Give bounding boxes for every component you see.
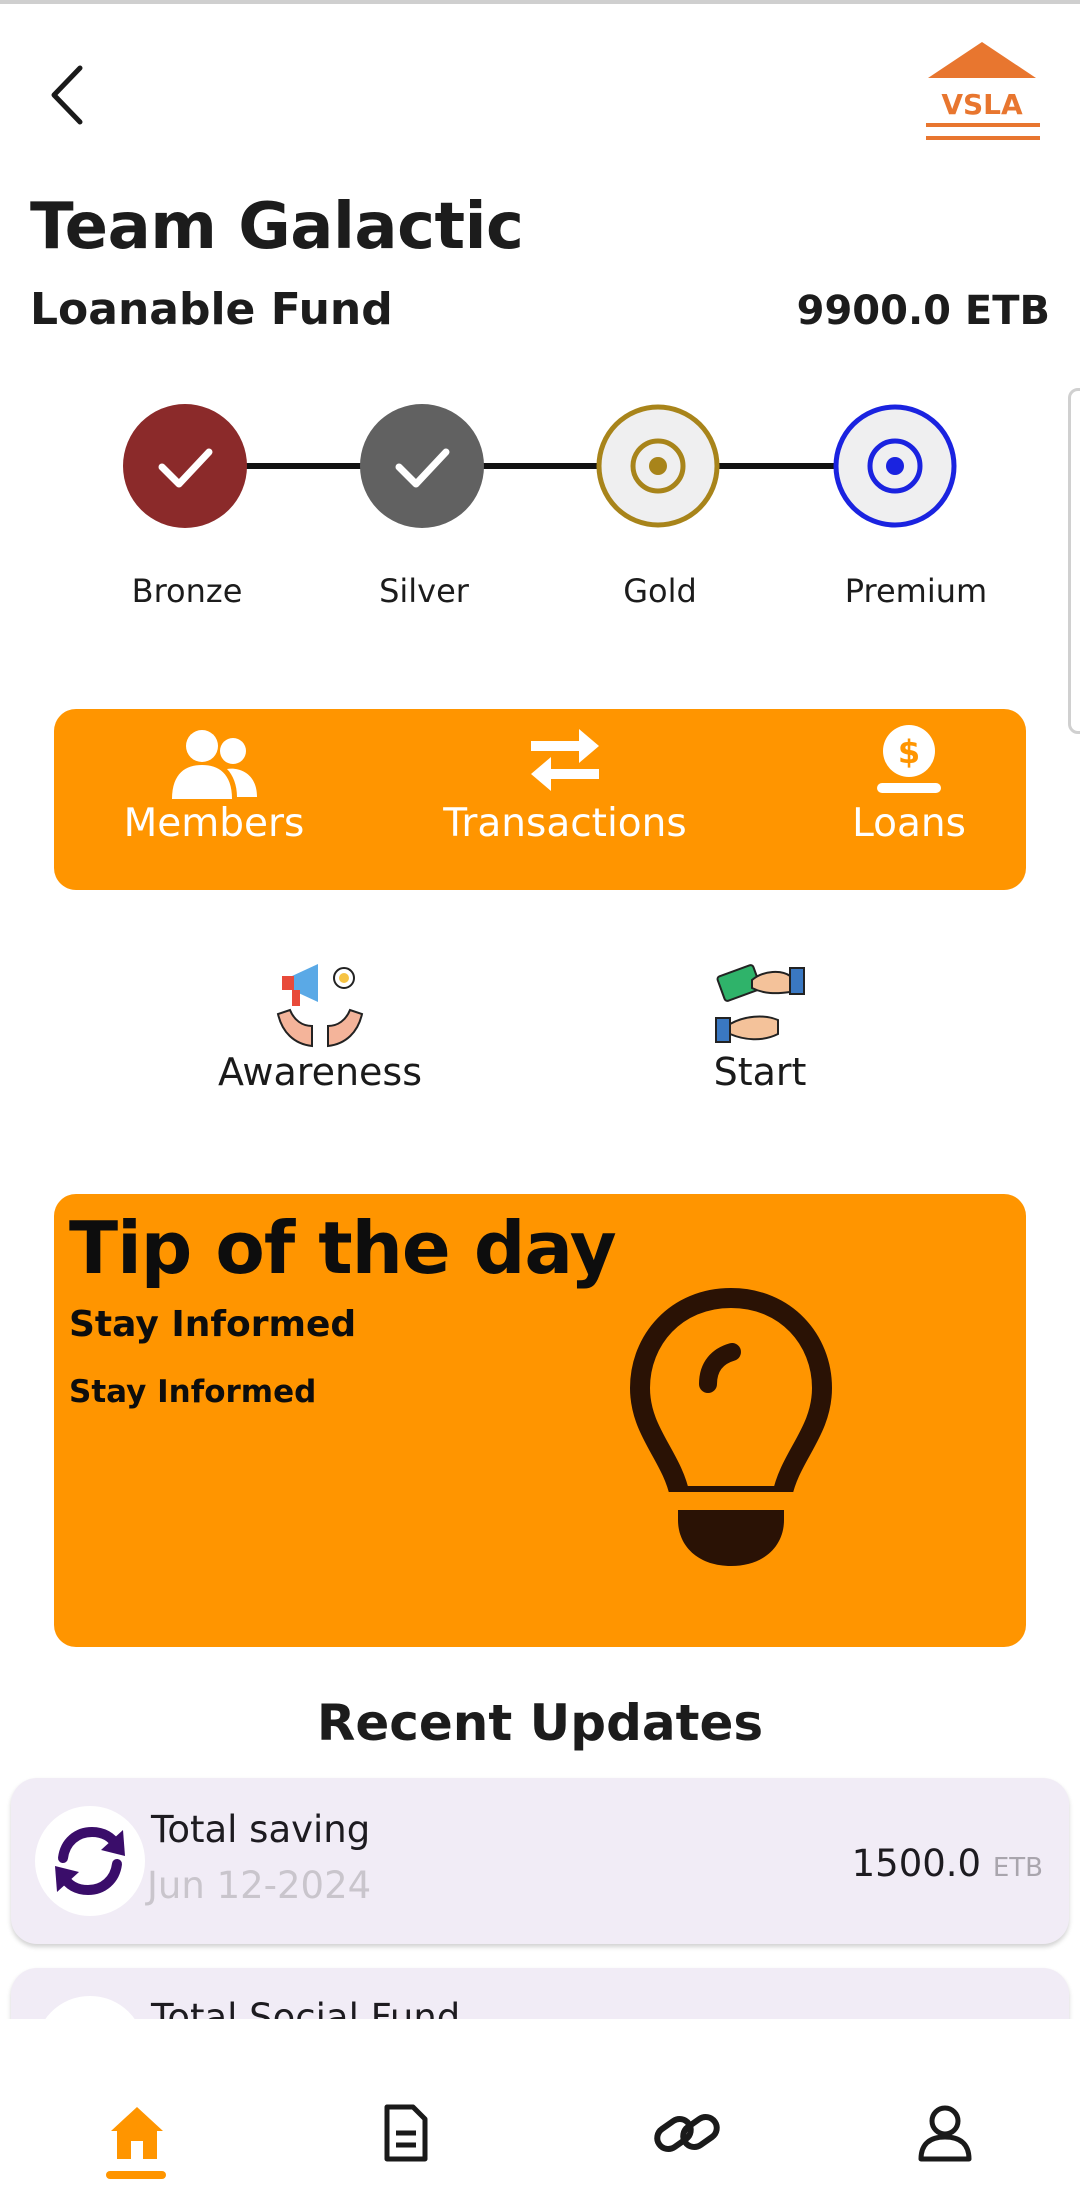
nav-links[interactable] bbox=[607, 2019, 757, 2209]
fund-value: 9900.0 ETB bbox=[796, 288, 1050, 334]
update-name: Total saving bbox=[151, 1808, 371, 1851]
lightbulb-icon bbox=[630, 1288, 832, 1566]
nav-profile[interactable] bbox=[870, 2019, 1020, 2209]
tip-card: Tip of the day Stay Informed Stay Inform… bbox=[54, 1194, 1026, 1647]
svg-text:$: $ bbox=[898, 733, 920, 771]
loans-label: Loans bbox=[852, 801, 966, 846]
members-icon bbox=[172, 730, 257, 799]
team-name: Team Galactic bbox=[30, 190, 524, 264]
silver-step-icon bbox=[360, 404, 484, 528]
start-label: Start bbox=[713, 1050, 807, 1094]
level-label-premium: Premium bbox=[844, 572, 988, 610]
start-button[interactable]: Start bbox=[660, 960, 860, 1094]
scroll-edge bbox=[1068, 388, 1080, 734]
level-label-bronze: Bronze bbox=[131, 572, 243, 610]
chevron-left-icon bbox=[51, 65, 83, 125]
awareness-button[interactable]: Awareness bbox=[190, 960, 450, 1094]
document-icon bbox=[384, 2104, 428, 2162]
nav-active-indicator bbox=[106, 2171, 166, 2179]
home-icon bbox=[111, 2107, 163, 2159]
level-label-silver: Silver bbox=[379, 572, 469, 610]
level-label-gold: Gold bbox=[623, 572, 697, 610]
awareness-label: Awareness bbox=[217, 1050, 423, 1094]
tip-title: Tip of the day bbox=[69, 1206, 617, 1290]
tip-heading: Stay Informed bbox=[69, 1304, 357, 1345]
fund-label: Loanable Fund bbox=[30, 284, 393, 335]
link-icon bbox=[654, 2113, 720, 2153]
update-item[interactable]: Total saving Jun 12-2024 1500.0 ETB bbox=[11, 1778, 1069, 1944]
money-handshake-icon bbox=[715, 964, 805, 1043]
bottom-nav bbox=[0, 2019, 1080, 2209]
tip-body: Stay Informed bbox=[69, 1374, 317, 1410]
loans-button[interactable]: $ Loans bbox=[834, 709, 984, 890]
nav-home[interactable] bbox=[62, 2019, 212, 2209]
gold-step-icon bbox=[596, 404, 720, 528]
transfer-arrows-icon bbox=[531, 729, 599, 791]
transactions-label: Transactions bbox=[443, 801, 687, 846]
quick-menu: Members Transactions $ Loans bbox=[54, 709, 1026, 890]
profile-icon bbox=[918, 2105, 972, 2162]
transactions-button[interactable]: Transactions bbox=[430, 709, 700, 890]
coin-loan-icon: $ bbox=[877, 725, 941, 793]
premium-step-icon bbox=[833, 404, 957, 528]
refresh-icon bbox=[55, 1826, 125, 1896]
members-button[interactable]: Members bbox=[114, 709, 314, 890]
update-date: Jun 12-2024 bbox=[147, 1864, 372, 1907]
bronze-step-icon bbox=[123, 404, 247, 528]
megaphone-hands-icon bbox=[276, 964, 364, 1048]
recent-updates-title: Recent Updates bbox=[316, 1694, 764, 1752]
nav-documents[interactable] bbox=[330, 2019, 480, 2209]
logo-text: VSLA bbox=[941, 88, 1023, 121]
back-button[interactable] bbox=[36, 58, 96, 136]
update-amount-value: 1500.0 bbox=[851, 1842, 982, 1885]
vsla-logo: VSLA bbox=[922, 38, 1042, 148]
members-label: Members bbox=[123, 801, 305, 846]
update-currency: ETB bbox=[992, 1853, 1043, 1883]
avatar bbox=[35, 1806, 145, 1916]
top-divider bbox=[0, 0, 1080, 4]
update-amount: 1500.0 ETB bbox=[852, 1842, 1043, 1885]
level-stepper: Bronze Silver Gold Premium bbox=[0, 400, 1080, 640]
